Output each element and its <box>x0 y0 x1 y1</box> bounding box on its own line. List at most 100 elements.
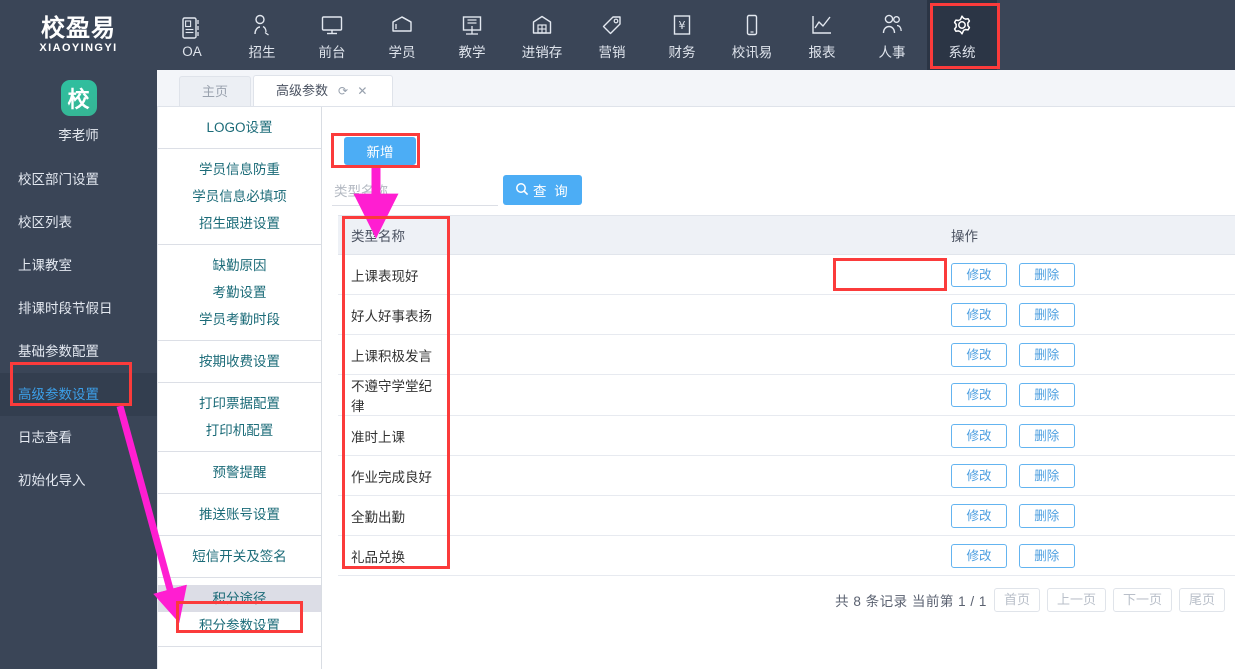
nav-item-label: 学员 <box>388 45 416 60</box>
cell-type-name: 作业完成良好 <box>338 455 448 496</box>
table-body: 上课表现好 修改 删除 好人好事表扬 修改 删除 上课积极发言 修改 删除 不遵… <box>338 254 1235 576</box>
nav-item-label: 报表 <box>808 45 836 60</box>
add-button[interactable]: 新增 <box>344 137 416 165</box>
table-header-row: 类型名称 操作 <box>338 215 1235 255</box>
submenu-item-points-channel[interactable]: 积分途径 <box>158 585 321 612</box>
submenu-item-student-required-fields[interactable]: 学员信息必填项 <box>158 183 321 210</box>
sidebar-item-advanced-params[interactable]: 高级参数设置 <box>0 373 157 416</box>
submenu-item-points-params[interactable]: 积分参数设置 <box>158 612 321 639</box>
points-channel-table: 类型名称 操作 上课表现好 修改 删除 好人好事表扬 修改 删除 上课积极发言 … <box>338 215 1235 576</box>
sidebar-item-label: 高级参数设置 <box>18 387 99 402</box>
delete-button[interactable]: 删除 <box>1018 342 1075 367</box>
column-header-type-name: 类型名称 <box>338 215 448 255</box>
edit-button[interactable]: 修改 <box>951 423 1007 448</box>
submenu-group-billing: 按期收费设置 <box>158 341 321 383</box>
nav-item-jiaoxue[interactable]: 教学 <box>437 0 507 70</box>
submenu-item-alert-reminder[interactable]: 预警提醒 <box>158 459 321 486</box>
last-page-button[interactable]: 尾页 <box>1178 588 1225 612</box>
nav-item-yingxiao[interactable]: 营销 <box>577 0 647 70</box>
delete-button[interactable]: 删除 <box>1018 543 1075 568</box>
nav-item-caiwu[interactable]: ¥ 财务 <box>647 0 717 70</box>
submenu-item-attendance-setting[interactable]: 考勤设置 <box>158 279 321 306</box>
tab-advanced-params[interactable]: 高级参数 ⟳ ✕ <box>253 75 394 106</box>
submenu-item-student-attendance-period[interactable]: 学员考勤时段 <box>158 306 321 333</box>
settings-submenu-panel: LOGO设置 学员信息防重 学员信息必填项 招生跟进设置 缺勤原因 考勤设置 学… <box>157 107 322 669</box>
submenu-item-recruit-followup[interactable]: 招生跟进设置 <box>158 210 321 237</box>
nav-item-baobiao[interactable]: 报表 <box>787 0 857 70</box>
submenu-item-sms-switch-signature[interactable]: 短信开关及签名 <box>158 543 321 570</box>
submenu-item-push-account[interactable]: 推送账号设置 <box>158 501 321 528</box>
first-page-button[interactable]: 首页 <box>993 588 1040 612</box>
edit-button[interactable]: 修改 <box>951 342 1007 367</box>
table-row[interactable]: 全勤出勤 修改 删除 <box>338 495 1235 536</box>
sidebar-item-init-import[interactable]: 初始化导入 <box>0 459 157 502</box>
edit-button[interactable]: 修改 <box>951 383 1007 407</box>
submenu-group-push: 推送账号设置 <box>158 494 321 536</box>
sidebar-item-label: 基础参数配置 <box>18 344 99 359</box>
submenu-item-student-dedup[interactable]: 学员信息防重 <box>158 156 321 183</box>
tab-label: 主页 <box>202 84 229 99</box>
delete-button[interactable]: 删除 <box>1018 463 1075 488</box>
tab-label: 高级参数 <box>276 83 329 98</box>
nav-item-oa[interactable]: OA <box>157 0 227 70</box>
table-row[interactable]: 上课积极发言 修改 删除 <box>338 334 1235 375</box>
nav-item-xueyuan[interactable]: 学员 <box>367 0 437 70</box>
column-header-spacer <box>448 215 938 255</box>
cell-type-name: 不遵守学堂纪律 <box>338 374 448 416</box>
nav-item-xiaoxunyi[interactable]: 校讯易 <box>717 0 787 70</box>
delete-button[interactable]: 删除 <box>1018 423 1075 448</box>
submenu-item-logo-setting[interactable]: LOGO设置 <box>158 114 321 141</box>
sidebar-item-campus-department[interactable]: 校区部门设置 <box>0 158 157 201</box>
submenu-item-absence-reason[interactable]: 缺勤原因 <box>158 252 321 279</box>
magnifier-icon <box>515 182 529 199</box>
main-content-area: 新增 查 询 类型名称 操作 上课表现好 <box>320 107 1235 669</box>
table-row[interactable]: 上课表现好 修改 删除 <box>338 254 1235 295</box>
nav-item-label: 进销存 <box>521 45 563 60</box>
sidebar-item-log-view[interactable]: 日志查看 <box>0 416 157 459</box>
nav-item-qiantai[interactable]: 前台 <box>297 0 367 70</box>
contact-card-icon <box>181 12 203 40</box>
delete-button[interactable]: 删除 <box>1018 302 1075 327</box>
nav-item-renshi[interactable]: 人事 <box>857 0 927 70</box>
submenu-item-periodic-fee[interactable]: 按期收费设置 <box>158 348 321 375</box>
submenu-item-label: 招生跟进设置 <box>199 216 280 231</box>
delete-button[interactable]: 删除 <box>1018 503 1075 528</box>
avatar[interactable]: 校 <box>60 80 97 116</box>
prev-page-button[interactable]: 上一页 <box>1046 588 1106 612</box>
tab-home[interactable]: 主页 <box>179 76 252 106</box>
sidebar-item-basic-params[interactable]: 基础参数配置 <box>0 330 157 373</box>
table-row[interactable]: 作业完成良好 修改 删除 <box>338 455 1235 496</box>
sidebar-item-label: 校区列表 <box>18 215 72 230</box>
nav-item-label: 教学 <box>458 45 486 60</box>
edit-button[interactable]: 修改 <box>951 302 1007 327</box>
cell-operations: 修改 删除 <box>938 455 1235 496</box>
table-row[interactable]: 好人好事表扬 修改 删除 <box>338 294 1235 335</box>
submenu-item-label: 积分途径 <box>212 591 267 606</box>
sidebar-item-schedule-holiday[interactable]: 排课时段节假日 <box>0 287 157 330</box>
edit-button[interactable]: 修改 <box>951 262 1007 287</box>
application-window: 校盈易 XIAOYINGYI OA 招生 前台 学员 教学 进销存 营销 ¥ 财… <box>0 0 1235 669</box>
search-button[interactable]: 查 询 <box>503 175 582 205</box>
search-input[interactable] <box>332 177 498 206</box>
nav-item-label: 人事 <box>878 45 906 60</box>
nav-item-label: 前台 <box>318 45 346 60</box>
delete-button[interactable]: 删除 <box>1018 383 1075 407</box>
table-row[interactable]: 礼品兑换 修改 删除 <box>338 535 1235 576</box>
delete-button[interactable]: 删除 <box>1018 262 1075 287</box>
edit-button[interactable]: 修改 <box>951 503 1007 528</box>
submenu-item-receipt-print-config[interactable]: 打印票据配置 <box>158 390 321 417</box>
nav-item-xitong[interactable]: 系统 <box>927 0 997 70</box>
edit-button[interactable]: 修改 <box>951 543 1007 568</box>
submenu-item-printer-config[interactable]: 打印机配置 <box>158 417 321 444</box>
edit-button[interactable]: 修改 <box>951 463 1007 488</box>
sidebar-item-classroom[interactable]: 上课教室 <box>0 244 157 287</box>
next-page-button[interactable]: 下一页 <box>1112 588 1172 612</box>
book-icon <box>460 9 484 37</box>
tab-refresh-close-icons[interactable]: ⟳ ✕ <box>338 76 370 106</box>
table-row[interactable]: 准时上课 修改 删除 <box>338 415 1235 456</box>
sidebar-item-campus-list[interactable]: 校区列表 <box>0 201 157 244</box>
cell-type-name: 礼品兑换 <box>338 535 448 576</box>
nav-item-jinxiaocun[interactable]: 进销存 <box>507 0 577 70</box>
nav-item-zhaosheng[interactable]: 招生 <box>227 0 297 70</box>
table-row[interactable]: 不遵守学堂纪律 修改 删除 <box>338 374 1235 416</box>
